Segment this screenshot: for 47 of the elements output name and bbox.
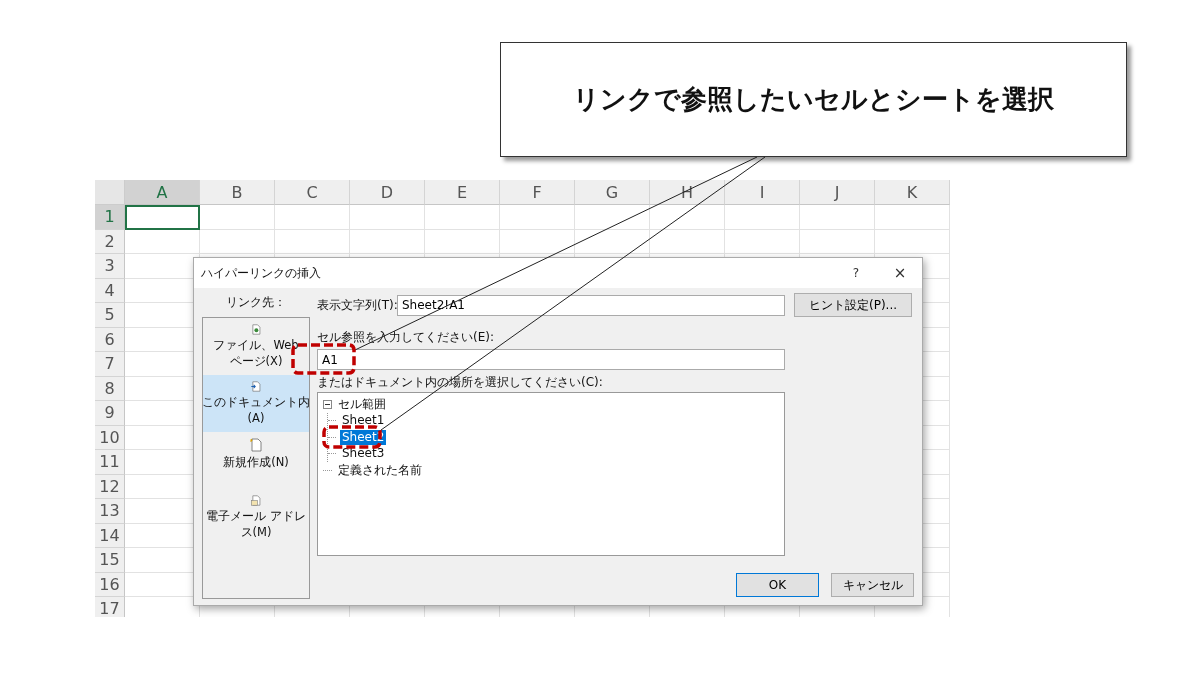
column-header[interactable]: K — [875, 180, 950, 205]
hint-button[interactable]: ヒント設定(P)... — [794, 293, 912, 317]
link-target-item[interactable]: このドキュメント内 (A) — [203, 375, 309, 432]
close-button[interactable]: × — [878, 264, 922, 282]
place-label: またはドキュメント内の場所を選択してください(C): — [317, 375, 603, 389]
help-button[interactable]: ? — [834, 266, 878, 280]
column-header[interactable]: A — [125, 180, 200, 205]
column-header[interactable]: E — [425, 180, 500, 205]
row-header[interactable]: 14 — [95, 523, 125, 548]
row-header[interactable]: 5 — [95, 303, 125, 328]
row-header[interactable]: 1 — [95, 205, 125, 230]
tree-item[interactable]: セル範囲 — [336, 396, 388, 412]
row-header[interactable]: 17 — [95, 597, 125, 617]
cell-reference-field[interactable]: A1 — [317, 349, 785, 370]
link-to-label: リンク先： — [226, 294, 286, 311]
dialog-title: ハイパーリンクの挿入 — [201, 264, 322, 282]
link-target-item[interactable]: 新規作成(N) — [203, 432, 309, 489]
row-header[interactable]: 4 — [95, 278, 125, 303]
row-header[interactable]: 13 — [95, 499, 125, 524]
column-header[interactable]: I — [725, 180, 800, 205]
row-header[interactable]: 7 — [95, 352, 125, 377]
row-header[interactable]: 3 — [95, 254, 125, 279]
display-text-label: 表示文字列(T): — [317, 296, 397, 314]
column-header[interactable]: G — [575, 180, 650, 205]
column-header[interactable]: F — [500, 180, 575, 205]
row-header[interactable]: 11 — [95, 450, 125, 475]
row-header[interactable]: 9 — [95, 401, 125, 426]
column-header[interactable]: C — [275, 180, 350, 205]
row-header[interactable]: 6 — [95, 327, 125, 352]
row-header[interactable]: 12 — [95, 474, 125, 499]
tree-item[interactable]: 定義された名前 — [336, 462, 424, 478]
tree-item[interactable]: Sheet2 — [340, 429, 387, 445]
link-target-item[interactable]: ファイル、Web ページ(X) — [203, 318, 309, 375]
cancel-button[interactable]: キャンセル — [831, 573, 914, 597]
column-header[interactable]: B — [200, 180, 275, 205]
tree-item[interactable]: Sheet1 — [340, 413, 387, 429]
link-target-item[interactable]: 電子メール アドレ ス(M) — [203, 489, 309, 546]
row-header[interactable]: 2 — [95, 229, 125, 254]
tree-item[interactable]: Sheet3 — [340, 446, 387, 462]
row-header[interactable]: 10 — [95, 425, 125, 450]
row-header[interactable]: 16 — [95, 572, 125, 597]
ok-button[interactable]: OK — [736, 573, 819, 597]
column-header[interactable]: D — [350, 180, 425, 205]
row-header[interactable]: 8 — [95, 376, 125, 401]
row-header[interactable]: 15 — [95, 548, 125, 573]
callout-text: リンクで参照したいセルとシートを選択 — [573, 83, 1054, 116]
column-header[interactable]: J — [800, 180, 875, 205]
